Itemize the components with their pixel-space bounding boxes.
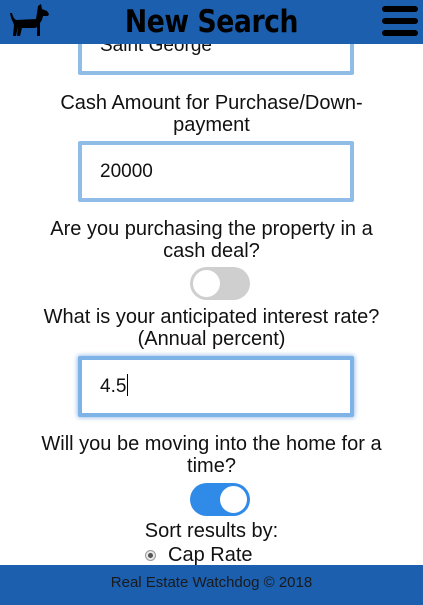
move-in-label: Will you be moving into the home for a t… <box>41 433 382 477</box>
sort-option-label: Cap Rate <box>168 544 253 566</box>
cash-deal-label: Are you purchasing the property in a cas… <box>50 218 373 262</box>
cash-amount-field[interactable]: 20000 <box>78 141 354 202</box>
hamburger-menu-icon[interactable] <box>382 4 420 38</box>
interest-rate-field[interactable]: 4.5 <box>78 356 354 417</box>
cash-amount-value: 20000 <box>100 161 153 182</box>
cash-deal-toggle[interactable] <box>190 267 250 300</box>
radio-button[interactable] <box>145 550 156 561</box>
app-header: New Search <box>0 0 423 44</box>
radio-selected-dot <box>148 553 153 558</box>
page-title: New Search <box>124 4 299 40</box>
sort-label: Sort results by: <box>144 520 279 542</box>
cash-amount-label: Cash Amount for Purchase/Down- payment <box>60 92 363 136</box>
app-footer: Real Estate Watchdog © 2018 <box>0 565 423 605</box>
toggle-knob <box>193 270 220 297</box>
move-in-toggle[interactable] <box>190 483 250 516</box>
new-search-page: Saint George Cash Amount for Purchase/Do… <box>0 0 423 605</box>
interest-rate-label: What is your anticipated interest rate? … <box>43 306 380 350</box>
text-cursor <box>127 373 129 396</box>
toggle-knob <box>220 486 247 513</box>
search-form: Saint George Cash Amount for Purchase/Do… <box>0 0 423 605</box>
interest-rate-value: 4.5 <box>100 376 127 397</box>
